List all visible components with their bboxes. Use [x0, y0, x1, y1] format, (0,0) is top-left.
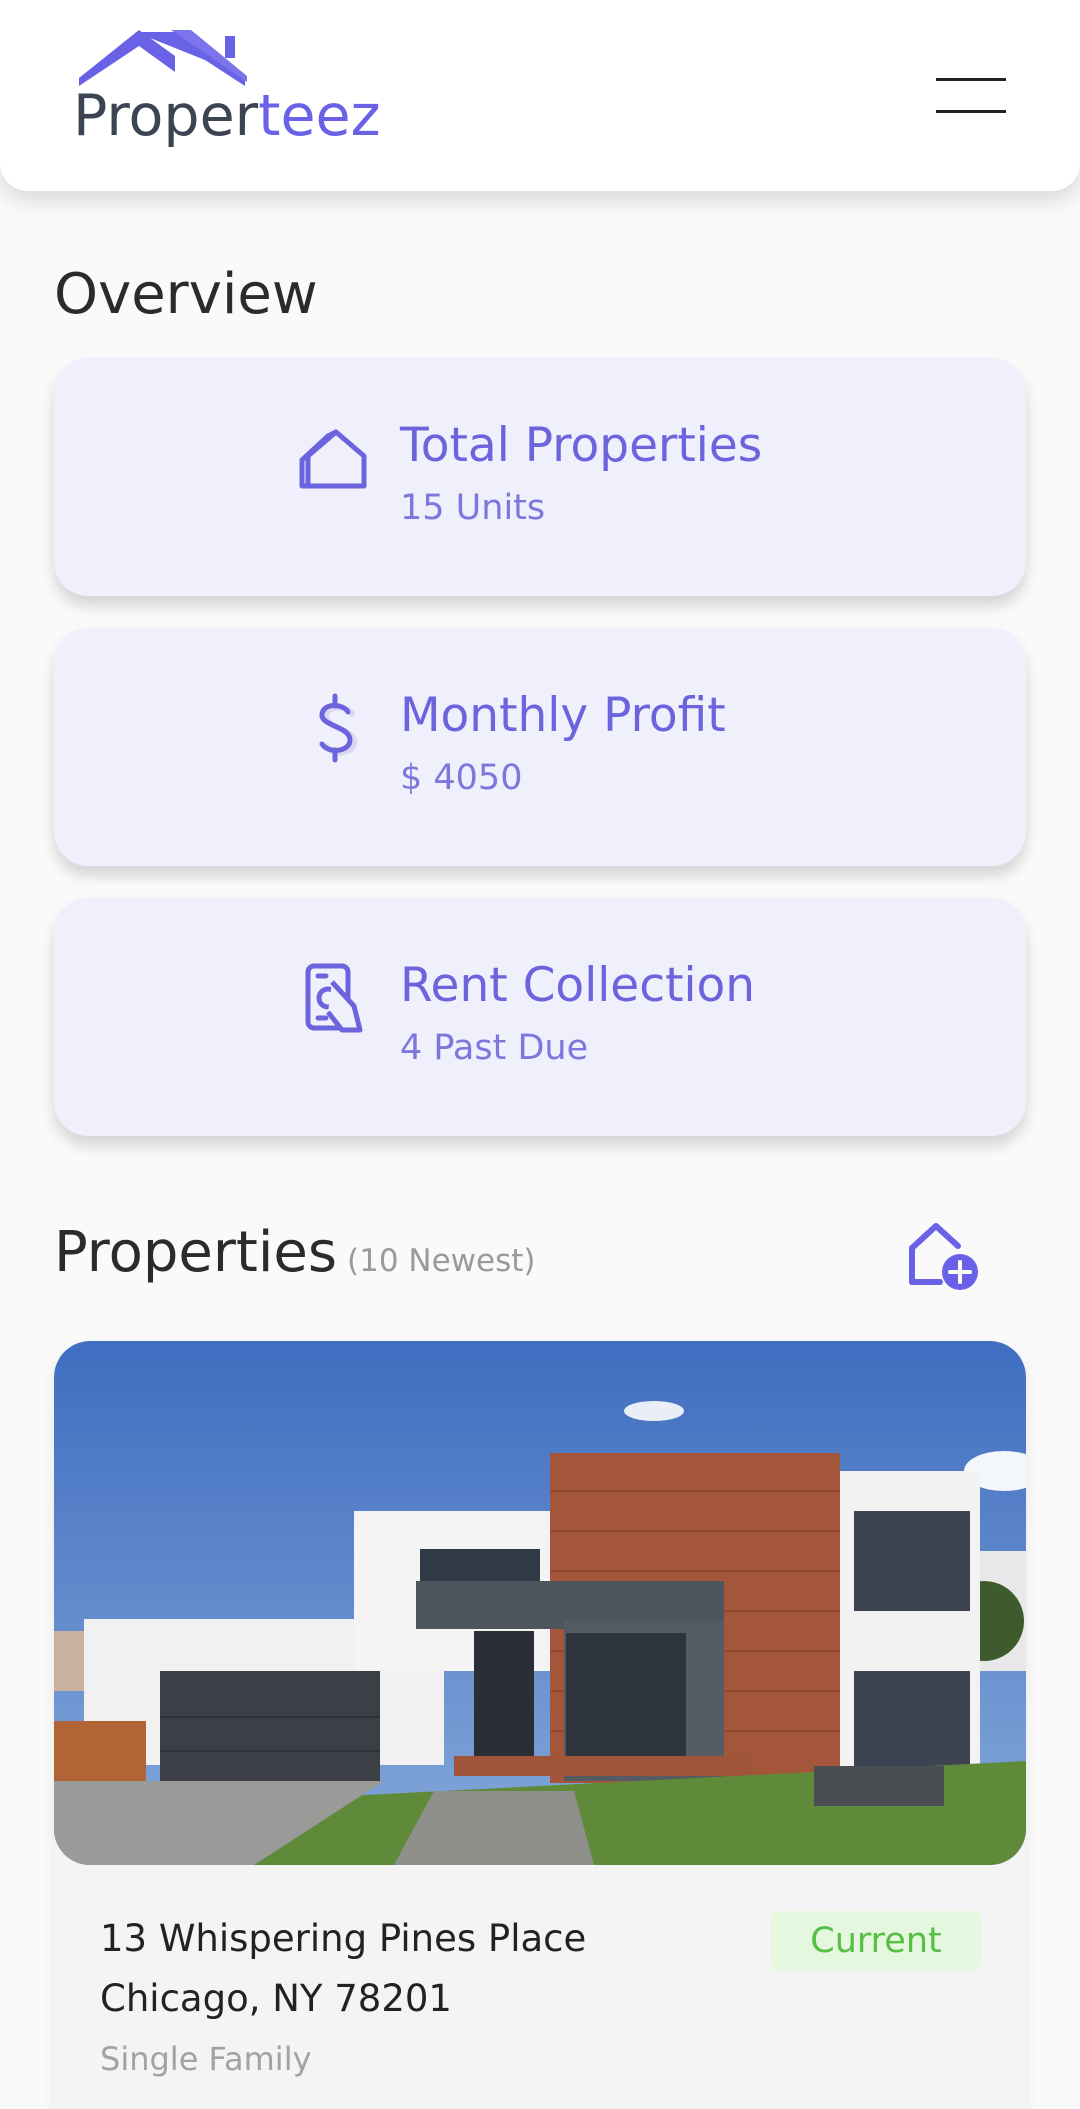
overview-title: Overview: [54, 262, 318, 327]
brand-logo[interactable]: Properteez: [73, 26, 381, 156]
app-header: Properteez: [0, 0, 1080, 191]
logo-roof-icon: [79, 30, 247, 86]
dollar-icon: [319, 693, 358, 763]
hamburger-menu-icon[interactable]: [932, 76, 1008, 116]
brand-name: Properteez: [73, 88, 381, 145]
property-address-line2: Chicago, NY 78201: [100, 1977, 452, 2020]
house-icon: [299, 429, 367, 489]
total-properties-card[interactable]: Total Properties 15 Units: [54, 358, 1026, 596]
monthly-profit-card[interactable]: Monthly Profit $ 4050: [54, 628, 1026, 866]
card-title: Rent Collection: [400, 958, 756, 1013]
properties-subtitle: (10 Newest): [347, 1243, 536, 1279]
property-photo: [54, 1341, 1026, 1865]
property-type: Single Family: [100, 2040, 312, 2078]
card-value: $ 4050: [400, 758, 523, 798]
status-badge: Current: [771, 1911, 981, 1971]
brand-name-part2: teez: [258, 83, 381, 149]
properties-title: Properties (10 Newest): [54, 1220, 536, 1285]
card-title: Monthly Profit: [400, 688, 726, 743]
add-property-icon[interactable]: [906, 1220, 984, 1294]
properties-heading: Properties: [54, 1220, 338, 1285]
property-card[interactable]: 13 Whispering Pines Place Chicago, NY 78…: [54, 1341, 1026, 2109]
brand-name-part1: Proper: [73, 83, 259, 149]
rent-collection-card[interactable]: Rent Collection 4 Past Due: [54, 898, 1026, 1136]
card-title: Total Properties: [400, 418, 763, 473]
property-address-line1: 13 Whispering Pines Place: [100, 1917, 587, 1960]
rent-payment-icon: [305, 963, 363, 1033]
card-value: 4 Past Due: [400, 1028, 589, 1068]
card-value: 15 Units: [400, 488, 546, 528]
